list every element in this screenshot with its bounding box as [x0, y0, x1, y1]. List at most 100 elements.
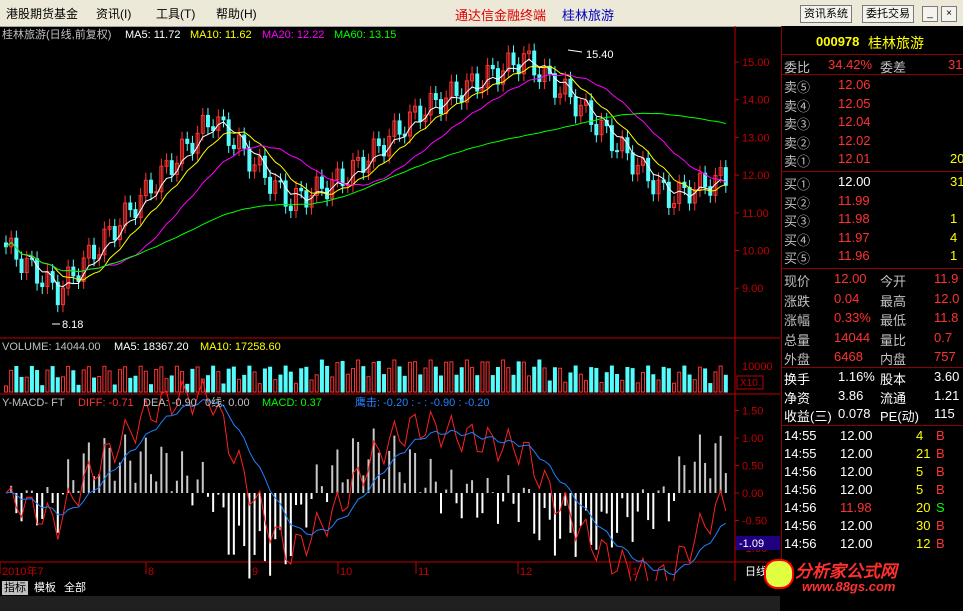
volume-bar	[117, 369, 122, 393]
volume-bar	[4, 385, 8, 393]
volume-bar	[50, 366, 55, 393]
order-button[interactable]: 委托交易	[862, 5, 914, 23]
volume-bar	[692, 379, 697, 393]
menu-tools[interactable]: 工具(T)	[156, 5, 195, 22]
candle-body	[128, 202, 133, 211]
volume-label: VOLUME: 14044.00	[2, 341, 100, 353]
stat-label: 股本	[880, 372, 907, 387]
volume-bar	[86, 366, 91, 393]
ma10-label: MA10: 11.62	[190, 29, 252, 41]
stock-title: 桂林旅游	[562, 8, 615, 23]
volume-bar	[490, 375, 495, 393]
volume-bar	[304, 366, 309, 393]
volume-bar	[226, 368, 231, 393]
volume-bar	[677, 371, 682, 393]
buy-level-label: 买①	[784, 177, 811, 192]
candle-body	[299, 187, 304, 192]
volume-bar	[55, 377, 60, 393]
quote-panel: 000978 桂林旅游 委比 34.42% 委差 31 卖⑤ 12.06 卖④ 12.…	[781, 26, 963, 581]
tick-time: 14:56	[784, 482, 817, 497]
status-strip	[0, 596, 780, 611]
macd-tick-label: 1.00	[742, 433, 763, 445]
volume-bar	[625, 366, 630, 393]
volume-bar	[35, 370, 40, 393]
volume-bar	[475, 375, 480, 393]
volume-bar	[169, 375, 174, 393]
tick-volume: 5	[916, 464, 924, 479]
menu-brand[interactable]: 港股期货基金	[6, 5, 78, 22]
volume-bar	[262, 368, 267, 393]
volume-bar	[589, 367, 594, 393]
stat-value: 115	[934, 406, 955, 421]
volume-bar	[573, 365, 578, 393]
buy-level-volume: 4	[950, 229, 958, 245]
macd-tick-label: 0.00	[742, 488, 763, 500]
candle-body	[149, 179, 153, 194]
price-tick-label: 10.00	[742, 246, 770, 258]
stat-value: 0.7	[934, 329, 953, 345]
chart-area[interactable]: 15.0014.0013.0012.0011.0010.009.00桂林旅游(日…	[0, 26, 780, 581]
tick-volume: 4	[916, 428, 924, 443]
tick-side: S	[936, 500, 945, 515]
sell-level-volume: 20	[950, 151, 963, 166]
candle-body	[454, 81, 459, 97]
volume-bar	[506, 367, 511, 393]
stat-value: 11.8	[934, 310, 959, 325]
tab-template[interactable]: 模板	[32, 581, 58, 595]
volume-bar	[205, 375, 210, 393]
candle-body	[511, 52, 516, 66]
volume-bar	[102, 365, 107, 393]
ma5-label: MA5: 11.72	[125, 29, 180, 41]
weicha-value: 31	[948, 57, 963, 72]
tab-indicator[interactable]: 指标	[2, 581, 28, 595]
volume-bar	[14, 366, 19, 393]
volume-bar	[9, 369, 14, 393]
volume-bar	[123, 366, 128, 393]
tab-all[interactable]: 全部	[62, 581, 88, 595]
volume-bar	[672, 382, 677, 393]
stat-value: 0.04	[834, 290, 860, 306]
price-tick-label: 14.00	[742, 95, 770, 107]
tick-side: B	[936, 428, 945, 443]
ma5-line	[5, 58, 727, 288]
volume-bar	[542, 367, 547, 393]
weibi-value: 34.42%	[828, 57, 873, 72]
volume-bar	[516, 361, 521, 393]
candle-body	[495, 68, 500, 85]
volume-bar	[314, 374, 319, 393]
candle-body	[169, 160, 174, 175]
candle-body	[723, 167, 728, 186]
volume-bar	[723, 374, 728, 393]
volume-bar	[278, 374, 283, 393]
divider	[782, 171, 963, 172]
candle-body	[262, 155, 267, 178]
volume-bar	[366, 376, 371, 393]
stat-value: 12.00	[834, 271, 867, 286]
tick-volume: 20	[916, 500, 931, 515]
volume-bar	[356, 359, 361, 393]
news-system-button[interactable]: 资讯系统	[800, 5, 852, 23]
low-price-label: 8.18	[62, 319, 83, 331]
candle-body	[319, 176, 324, 189]
volume-bar	[195, 366, 200, 393]
volume-bar	[40, 385, 45, 393]
tick-side: B	[936, 518, 945, 533]
volume-bar	[319, 359, 324, 393]
stat-label: 净资	[784, 390, 811, 406]
volume-bar	[19, 376, 24, 393]
candle-body	[615, 150, 620, 153]
close-icon[interactable]: ×	[941, 6, 957, 22]
menu-help[interactable]: 帮助(H)	[216, 5, 257, 22]
menu-news[interactable]: 资讯(I)	[96, 5, 131, 22]
macd-diff-line	[5, 378, 727, 581]
volume-bar	[547, 380, 552, 393]
sell-level-label: 卖①	[784, 154, 811, 169]
volume-bar	[81, 369, 86, 393]
candle-body	[594, 123, 599, 136]
macd-diff-label: DIFF: -0.71	[78, 397, 134, 409]
minimize-icon[interactable]: _	[922, 6, 938, 22]
volume-bar	[376, 361, 381, 393]
price-tick-label: 15.00	[742, 57, 770, 69]
macd-tick-label: -0.50	[742, 516, 767, 528]
volume-bar	[666, 368, 671, 393]
